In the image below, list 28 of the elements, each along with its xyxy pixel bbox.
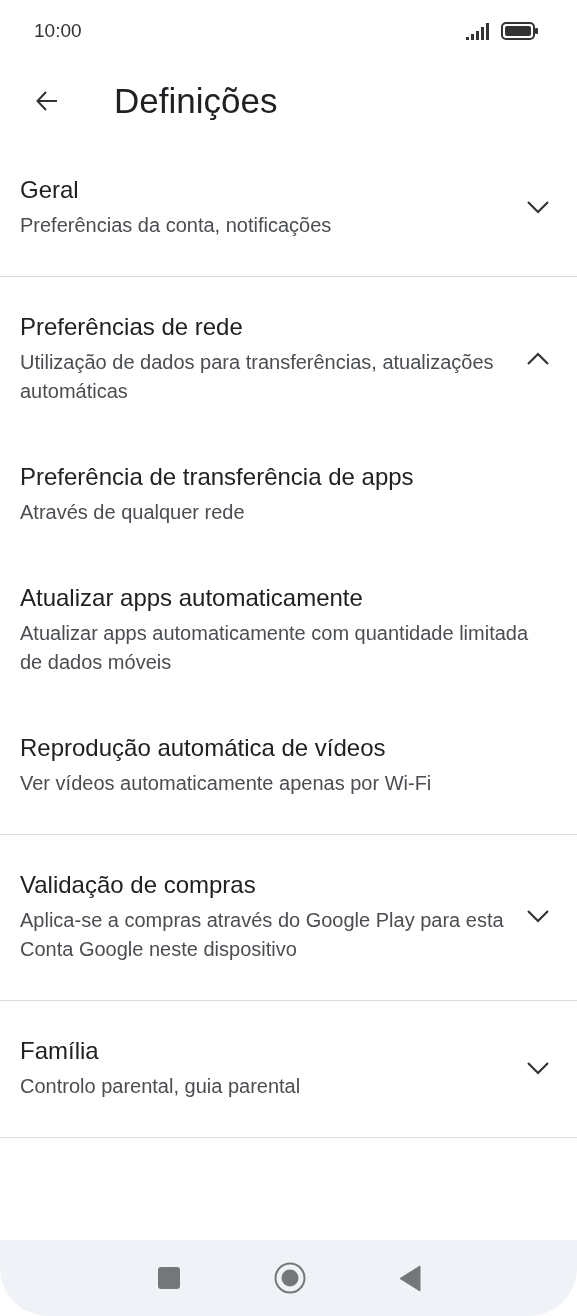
- section-title: Validação de compras: [20, 870, 257, 900]
- section-subtitle: Preferências da conta, notificações: [20, 213, 332, 238]
- section-subtitle: Controlo parental, guia parental: [20, 1074, 301, 1099]
- item-title: Atualizar apps automaticamente: [20, 583, 364, 613]
- item-title: Reprodução automática de vídeos: [20, 733, 387, 763]
- section-title: Geral: [20, 175, 80, 205]
- status-time: 10:00: [34, 20, 82, 42]
- section-title: Preferências de rede: [20, 312, 244, 342]
- battery-icon: [501, 22, 539, 40]
- settings-section-header[interactable]: Família Controlo parental, guia parental: [20, 1035, 557, 1101]
- section-subtitle: Utilização de dados para transferências, atualizações automáticas: [20, 350, 495, 404]
- settings-item[interactable]: Reprodução automática de vídeos Ver vídeos automaticamente apenas por Wi-Fi: [20, 732, 557, 798]
- recents-icon[interactable]: [156, 1266, 181, 1290]
- back-arrow-icon: [36, 90, 58, 112]
- section-title: Família: [20, 1036, 100, 1066]
- home-icon[interactable]: [273, 1262, 306, 1294]
- settings-section-header[interactable]: Preferências de rede Utilização de dados para transferências, atualizações automáticas: [20, 311, 557, 406]
- item-subtitle: Através de qualquer rede: [20, 500, 246, 525]
- settings-section-header[interactable]: Geral Preferências da conta, notificações: [20, 174, 557, 240]
- settings-section-header[interactable]: Validação de compras Aplica-se a compras através do Google Play para esta Conta Google neste dispositivo: [20, 869, 557, 964]
- back-icon[interactable]: [398, 1264, 421, 1292]
- item-subtitle: Ver vídeos automaticamente apenas por Wi-Fi: [20, 771, 433, 796]
- section-subtitle: Aplica-se a compras através do Google Play para esta Conta Google neste dispositivo: [20, 908, 505, 962]
- settings-item[interactable]: Atualizar apps automaticamente Atualizar apps automaticamente com quantidade limitada de dados móveis: [20, 582, 557, 677]
- item-title: Preferência de transferência de apps: [20, 462, 415, 492]
- settings-item[interactable]: Preferência de transferência de apps Através de qualquer rede: [20, 461, 557, 527]
- page-title: Definições: [114, 81, 278, 121]
- item-subtitle: Atualizar apps automaticamente com quantidade limitada de dados móveis: [20, 621, 530, 675]
